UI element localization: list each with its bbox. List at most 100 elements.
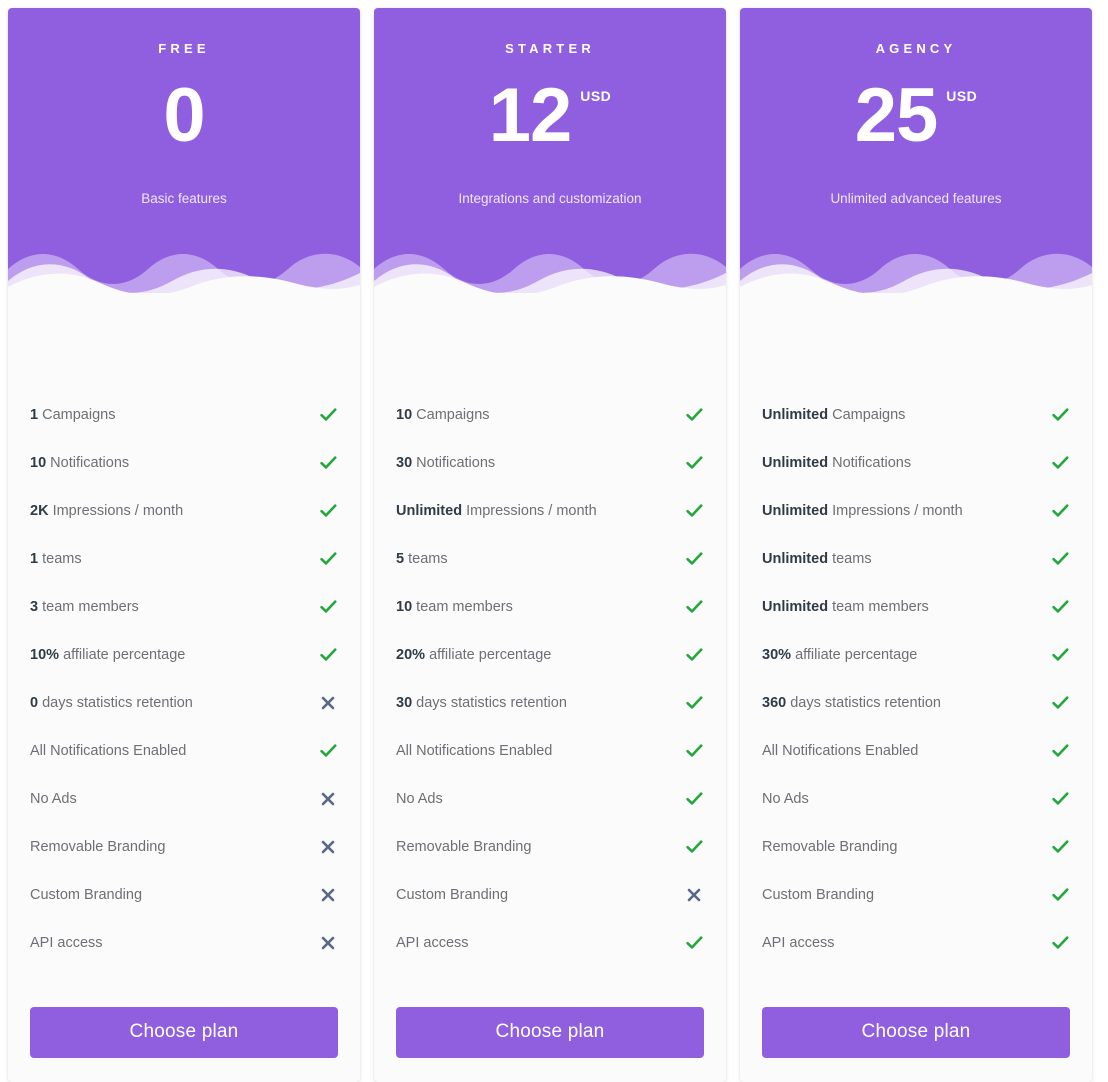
feature-value: 1: [30, 407, 39, 423]
check-icon: [1050, 408, 1070, 422]
check-icon: [684, 456, 704, 470]
feature-row: 30 days statistics retention: [396, 679, 704, 727]
price-amount: 25: [854, 73, 939, 158]
plan-name: AGENCY: [875, 41, 957, 56]
feature-row: 2K Impressions / month: [30, 487, 338, 535]
feature-value: 2K: [30, 503, 49, 519]
feature-label: No Ads: [762, 791, 809, 807]
feature-row: API access: [396, 919, 704, 967]
price-currency: USD: [580, 88, 612, 104]
feature-text: 360 days statistics retention: [762, 695, 941, 711]
feature-label: Removable Branding: [396, 839, 532, 855]
feature-label: affiliate percentage: [795, 647, 918, 663]
check-icon: [684, 792, 704, 806]
wave-divider: [374, 253, 726, 293]
price-row: 0: [8, 73, 360, 166]
choose-plan-button[interactable]: Choose plan: [762, 1007, 1070, 1058]
feature-label: affiliate percentage: [63, 647, 186, 663]
feature-label: teams: [832, 551, 872, 567]
feature-label: Notifications: [416, 455, 496, 471]
plan-footer: Choose plan: [374, 967, 726, 1082]
plan-tagline: Integrations and customization: [458, 191, 642, 206]
feature-label: Custom Branding: [762, 887, 875, 903]
feature-label: All Notifications Enabled: [396, 743, 553, 759]
feature-text: API access: [396, 935, 469, 951]
feature-text: Unlimited Campaigns: [762, 407, 905, 423]
feature-row: All Notifications Enabled: [30, 727, 338, 775]
feature-text: 30 days statistics retention: [396, 695, 567, 711]
feature-value: 20%: [396, 647, 426, 663]
feature-row: Custom Branding: [762, 871, 1070, 919]
feature-label: days statistics retention: [42, 695, 193, 711]
plan-card: FREE 0 Basic features 1 Campaigns 10 Not…: [8, 8, 360, 1082]
check-icon: [318, 744, 338, 758]
feature-label: API access: [762, 935, 835, 951]
feature-label: team members: [42, 599, 139, 615]
feature-text: 1 Campaigns: [30, 407, 115, 423]
feature-text: Custom Branding: [762, 887, 874, 903]
cross-icon: [318, 888, 338, 902]
cross-icon: [318, 792, 338, 806]
feature-text: 1 teams: [30, 551, 82, 567]
feature-label: All Notifications Enabled: [30, 743, 187, 759]
feature-row: No Ads: [396, 775, 704, 823]
feature-label: Custom Branding: [396, 887, 509, 903]
check-icon: [1050, 600, 1070, 614]
plan-header: STARTER 12 USD Integrations and customiz…: [374, 8, 726, 293]
feature-text: 10 Notifications: [30, 455, 129, 471]
feature-value: 10: [396, 407, 413, 423]
check-icon: [684, 840, 704, 854]
feature-label: Impressions / month: [832, 503, 963, 519]
feature-value: 1: [30, 551, 39, 567]
feature-row: Unlimited Impressions / month: [396, 487, 704, 535]
check-icon: [684, 936, 704, 950]
feature-label: No Ads: [396, 791, 443, 807]
feature-text: 2K Impressions / month: [30, 503, 183, 519]
choose-plan-button[interactable]: Choose plan: [396, 1007, 704, 1058]
price-row: 25 USD: [740, 73, 1092, 166]
feature-label: API access: [30, 935, 103, 951]
feature-value: 360: [762, 695, 787, 711]
feature-row: No Ads: [762, 775, 1070, 823]
check-icon: [1050, 792, 1070, 806]
cross-icon: [684, 888, 704, 902]
feature-row: 1 Campaigns: [30, 391, 338, 439]
feature-value: 30%: [762, 647, 792, 663]
feature-text: 5 teams: [396, 551, 448, 567]
choose-plan-button[interactable]: Choose plan: [30, 1007, 338, 1058]
price-amount: 0: [163, 73, 205, 158]
plan-header: AGENCY 25 USD Unlimited advanced feature…: [740, 8, 1092, 293]
feature-text: 3 team members: [30, 599, 139, 615]
feature-label: API access: [396, 935, 469, 951]
feature-label: team members: [832, 599, 929, 615]
check-icon: [1050, 888, 1070, 902]
feature-label: Campaigns: [832, 407, 906, 423]
feature-text: Removable Branding: [396, 839, 531, 855]
feature-label: Custom Branding: [30, 887, 143, 903]
feature-value: 5: [396, 551, 405, 567]
feature-row: Unlimited Notifications: [762, 439, 1070, 487]
pricing-table: FREE 0 Basic features 1 Campaigns 10 Not…: [0, 0, 1108, 1082]
price-row: 12 USD: [374, 77, 726, 166]
check-icon: [318, 456, 338, 470]
check-icon: [1050, 504, 1070, 518]
feature-value: 30: [396, 455, 413, 471]
plan-name: FREE: [158, 41, 210, 56]
feature-row: Removable Branding: [396, 823, 704, 871]
feature-row: API access: [762, 919, 1070, 967]
feature-label: Notifications: [832, 455, 912, 471]
check-icon: [1050, 936, 1070, 950]
feature-value: 0: [30, 695, 39, 711]
feature-value: Unlimited: [762, 407, 829, 423]
feature-row: Removable Branding: [30, 823, 338, 871]
feature-row: Removable Branding: [762, 823, 1070, 871]
plan-footer: Choose plan: [8, 967, 360, 1082]
feature-row: 30% affiliate percentage: [762, 631, 1070, 679]
check-icon: [1050, 648, 1070, 662]
check-icon: [684, 600, 704, 614]
cross-icon: [318, 840, 338, 854]
feature-text: Removable Branding: [762, 839, 897, 855]
check-icon: [684, 408, 704, 422]
feature-text: API access: [762, 935, 835, 951]
feature-label: Impressions / month: [466, 503, 597, 519]
